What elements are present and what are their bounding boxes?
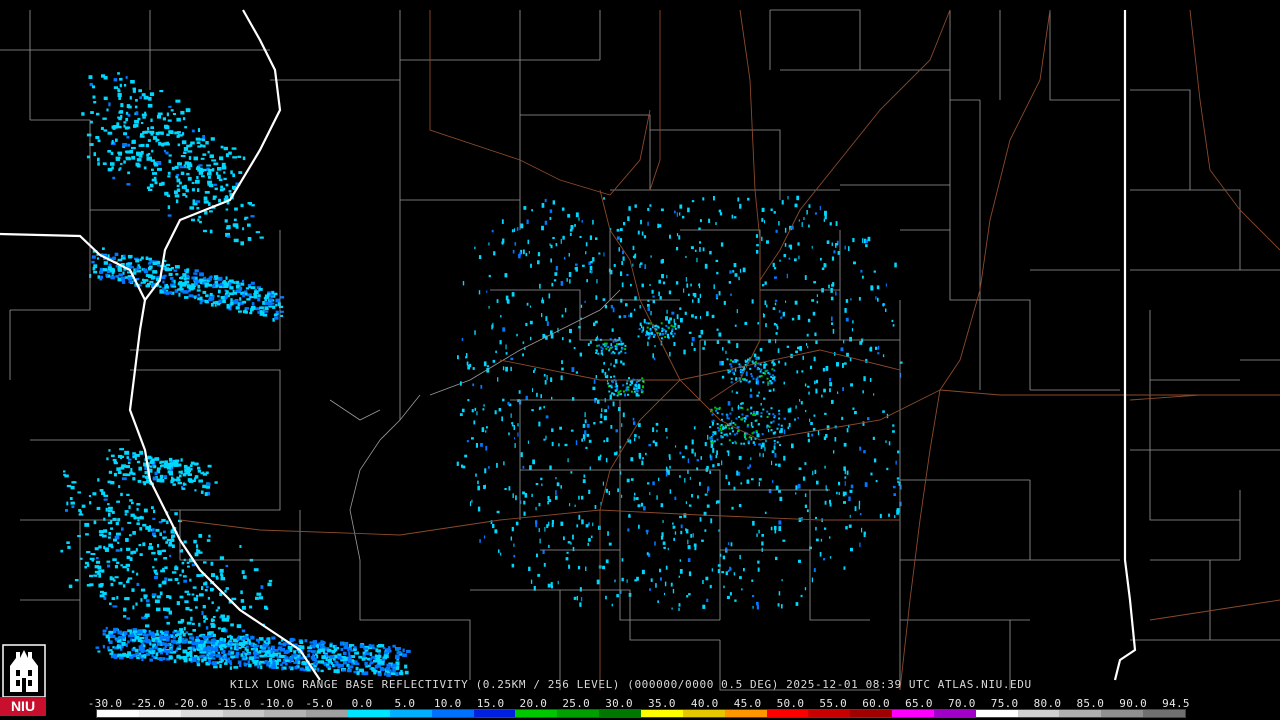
colorbar-segment (348, 710, 390, 717)
colorbar-segment (264, 710, 307, 717)
colorbar-segment (850, 710, 893, 717)
colorbar-segment (1143, 710, 1185, 717)
colorbar-segment (97, 710, 139, 717)
colorbar-segment (892, 710, 934, 717)
colorbar-segment (1101, 710, 1144, 717)
colorbar-segment (1059, 710, 1102, 717)
colorbar-segment (222, 710, 265, 717)
colorbar-segment (933, 710, 976, 717)
colorbar-segment (724, 710, 767, 717)
colorbar-segment (306, 710, 349, 717)
colorbar-segment (766, 710, 809, 717)
colorbar-segment (975, 710, 1018, 717)
radar-map (0, 0, 1280, 720)
colorbar-segment (389, 710, 432, 717)
colorbar-segment (473, 710, 516, 717)
colorbar-tick-labels: -30.0 -25.0 -20.0 -15.0 -10.0 -5.0 0.0 5.0 10.0 1… (0, 697, 1280, 710)
colorbar-segment (599, 710, 641, 717)
niu-logo-text: NIU (0, 697, 46, 716)
reflectivity-colorbar (96, 709, 1186, 718)
colorbar-segment (180, 710, 223, 717)
colorbar-segment (808, 710, 851, 717)
colorbar-segment (1017, 710, 1060, 717)
colorbar-segment (682, 710, 725, 717)
colorbar-segment (515, 710, 558, 717)
colorbar-segment (431, 710, 474, 717)
product-caption: KILX LONG RANGE BASE REFLECTIVITY (0.25K… (230, 678, 1032, 691)
colorbar-segment (640, 710, 683, 717)
colorbar-segment (138, 710, 181, 717)
colorbar-segment (557, 710, 600, 717)
